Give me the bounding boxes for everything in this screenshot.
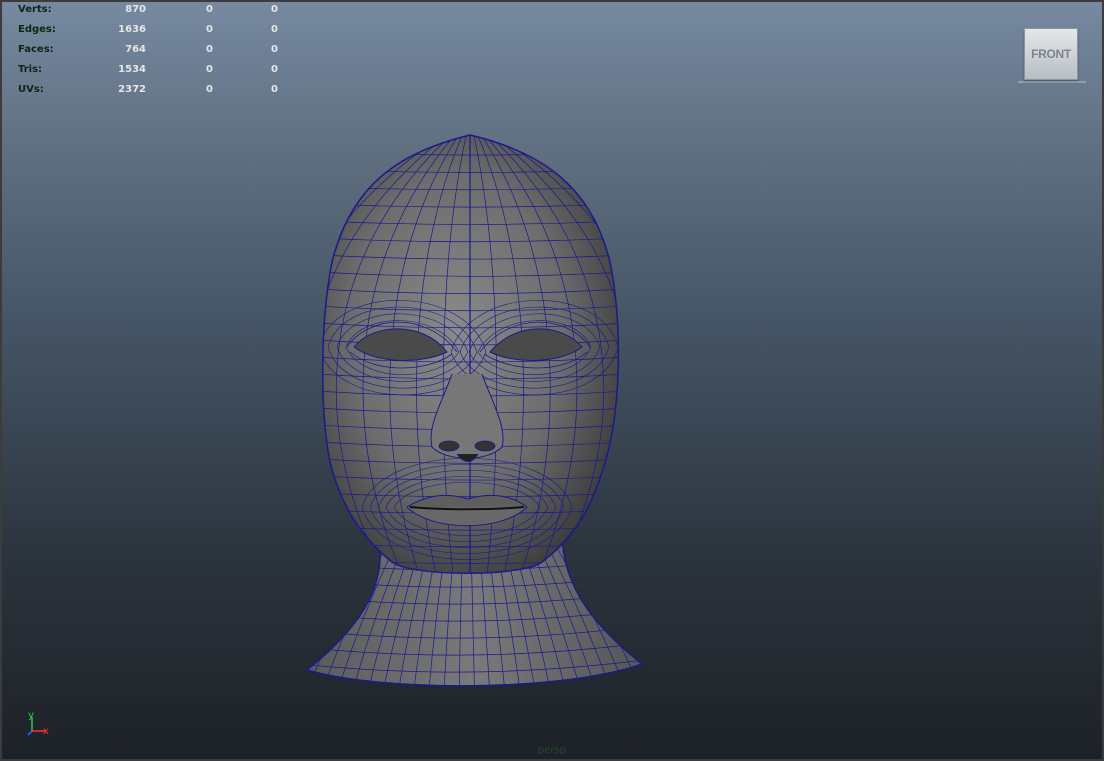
camera-name-label: persp <box>537 745 567 756</box>
axis-z-line <box>27 730 33 736</box>
head-wireframe-mesh[interactable] <box>2 2 1102 759</box>
axis-x-label: x <box>43 726 49 737</box>
axis-y-label: y <box>28 710 34 721</box>
3d-viewport[interactable]: Verts: 870 0 0 Edges: 1636 0 0 Faces: 76… <box>0 0 1104 761</box>
axis-gizmo: y x <box>27 710 49 737</box>
